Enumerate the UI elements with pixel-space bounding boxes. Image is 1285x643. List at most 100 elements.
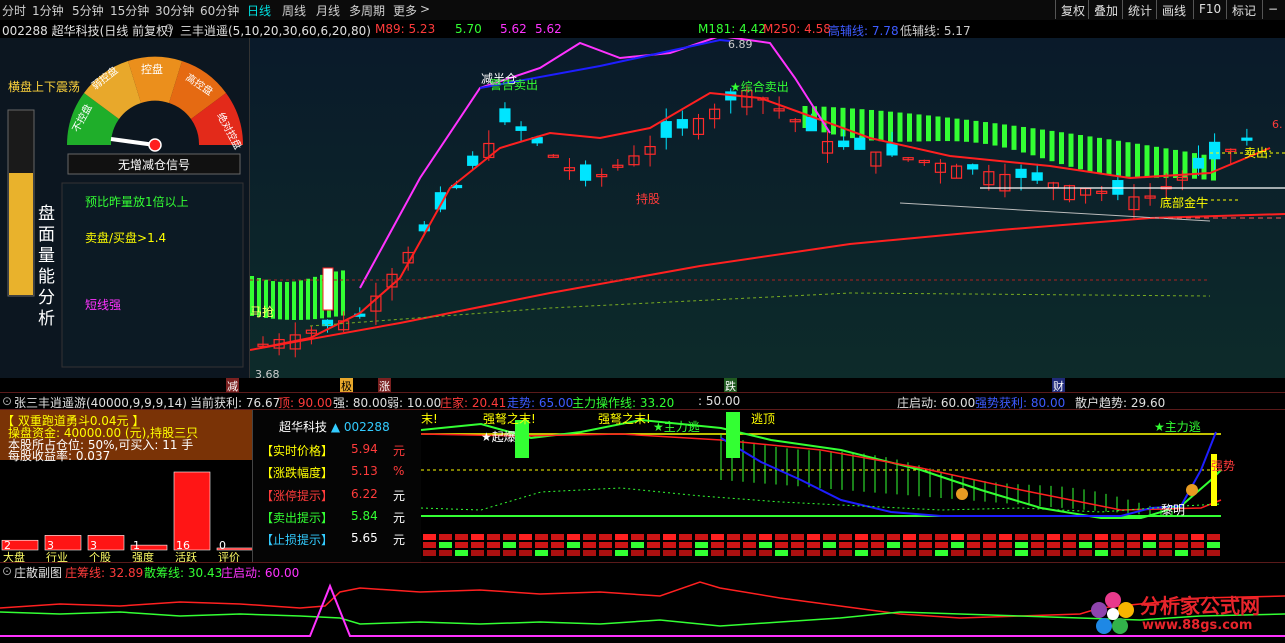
sub1-strip-b xyxy=(487,542,500,548)
sub1-strip-b xyxy=(999,542,1012,548)
sub1-strip-b xyxy=(471,542,484,548)
sub1-strip-c xyxy=(775,550,788,556)
sub1-strip-a xyxy=(631,534,644,540)
period-toolbar: 分时 1分钟 5分钟 15分钟 30分钟 60分钟 日线 周线 月线 多周期 更… xyxy=(0,0,1285,21)
quote-value-limit: 6.22 xyxy=(351,487,378,501)
sub1-strip-b xyxy=(519,542,532,548)
sub1-red-curve xyxy=(420,433,1222,511)
sub1-strip-b xyxy=(551,542,564,548)
low-aux-value: 低辅线: 5.17 xyxy=(900,24,971,38)
quote-value-sell: 5.84 xyxy=(351,509,378,523)
quote-value-stop: 5.65 xyxy=(351,531,378,545)
sub1-strip-a xyxy=(567,534,580,540)
quote-label-stop: 【止损提示】 xyxy=(261,533,334,547)
period-tab-60min[interactable]: 60分钟 xyxy=(200,2,239,19)
candle-body xyxy=(660,121,672,138)
sub1-strip-b xyxy=(1143,542,1156,548)
m89-value: M89: 5.23 xyxy=(375,22,436,36)
sub1-strip-c xyxy=(423,550,436,556)
stock-code: 002288 xyxy=(343,420,390,434)
period-tab-monthly[interactable]: 月线 xyxy=(316,2,340,19)
sub1-strip-b xyxy=(1127,542,1140,548)
sub1-weak: 弱: 10.00 xyxy=(387,396,442,410)
sub1-strip-b xyxy=(439,542,452,548)
sub1-strip-b xyxy=(1095,542,1108,548)
sub1-strip-c xyxy=(1191,550,1204,556)
period-tab-weekly[interactable]: 周线 xyxy=(282,2,306,19)
sub1-strip-a xyxy=(1111,534,1124,540)
sub1-strip-c xyxy=(679,550,692,556)
sub1-strip-a xyxy=(903,534,916,540)
sub1-strip-a xyxy=(711,534,724,540)
restore-rights-button[interactable]: 复权 xyxy=(1055,0,1090,19)
sub1-dealer: 庄家: 20.41 xyxy=(440,396,507,410)
sub1-strip-a xyxy=(823,534,836,540)
period-tab-multi[interactable]: 多周期 xyxy=(349,2,385,19)
combined-sell-label: ★综合卖出 xyxy=(730,80,789,94)
sub1-strip-a xyxy=(871,534,884,540)
indicator-toggle-icon[interactable]: ⊙ xyxy=(164,21,174,35)
period-tab-daily[interactable]: 日线 xyxy=(247,2,271,19)
highlight-candle xyxy=(322,267,334,311)
sub1-strip-b xyxy=(1047,542,1060,548)
period-tab-timeshare[interactable]: 分时 xyxy=(2,2,26,19)
sub1-label-strong-end-1: 强弩之末! xyxy=(483,412,536,426)
sub1-strip-a xyxy=(775,534,788,540)
sub-indicator-chart[interactable]: 末! 强弩之末! 强弩之末! ★主力逃 逃顶 ★主力逃 ★起爆 强势 黎明 xyxy=(420,410,1285,562)
period-tab-30min[interactable]: 30分钟 xyxy=(155,2,194,19)
minimize-icon[interactable]: − xyxy=(1262,0,1285,19)
sub1-strip-c xyxy=(743,550,756,556)
sub1-strip-b xyxy=(983,542,996,548)
sub1-strip-c xyxy=(583,550,596,556)
period-tab-more[interactable]: 更多 xyxy=(393,2,417,19)
more-arrow-icon[interactable]: > xyxy=(420,2,430,16)
stock-name: 超华科技 xyxy=(279,420,328,434)
gauge-label-3: 控盘 xyxy=(141,62,163,76)
draw-line-button[interactable]: 画线 xyxy=(1156,0,1191,19)
high-price-label: 6.89 xyxy=(728,38,753,51)
sub1-strip-b xyxy=(807,542,820,548)
sub1-strip-b xyxy=(759,542,772,548)
quote-label-limit: 【涨停提示】 xyxy=(261,489,334,503)
sub1-strip-a xyxy=(1047,534,1060,540)
sub1-strip-c xyxy=(1143,550,1156,556)
indicator-name[interactable]: 三丰逍遥(5,10,20,30,60,6,20,80) xyxy=(180,22,371,39)
sub1-strip-b xyxy=(663,542,676,548)
sub1-strip-c xyxy=(1159,550,1172,556)
sub1-strip-a xyxy=(583,534,596,540)
statistics-button[interactable]: 统计 xyxy=(1122,0,1157,19)
candle-body xyxy=(467,155,479,166)
sub1-name[interactable]: 张三丰逍遥游(40000,9,9,9,14) xyxy=(14,394,187,411)
sub1-toggle-icon[interactable]: ⊙ xyxy=(2,394,12,408)
period-tab-5min[interactable]: 5分钟 xyxy=(72,2,104,19)
sub1-strip-b xyxy=(695,542,708,548)
m250-value: M250: 4.58 xyxy=(763,22,831,36)
sub1-strip-a xyxy=(743,534,756,540)
mark-button[interactable]: 标记 xyxy=(1226,0,1261,19)
period-tab-15min[interactable]: 15分钟 xyxy=(110,2,149,19)
sub1-strip-b xyxy=(775,542,788,548)
sub1-strip-a xyxy=(423,534,436,540)
sub1-strip-a xyxy=(1079,534,1092,540)
f10-button[interactable]: F10 xyxy=(1193,0,1226,19)
sub1-strip-b xyxy=(711,542,724,548)
sub1-strip-a xyxy=(551,534,564,540)
sub1-strip-b xyxy=(503,542,516,548)
sub1-strip-b xyxy=(647,542,660,548)
sub1-strip-c xyxy=(1063,550,1076,556)
sub1-strip-b xyxy=(567,542,580,548)
candlestick-chart[interactable]: 6.89 3.68 减半仓 警告卖出 ★综合卖出 持股 马抢 卖出: 底部金牛 … xyxy=(249,34,1285,381)
sub1-strip-b xyxy=(1159,542,1172,548)
quote-label-change: 【涨跌幅度】 xyxy=(261,466,334,480)
sub1-strip-c xyxy=(631,550,644,556)
sub1-strip-b xyxy=(1111,542,1124,548)
period-tab-1min[interactable]: 1分钟 xyxy=(32,2,64,19)
sub2-toggle-icon[interactable]: ⊙ xyxy=(2,564,12,578)
score-bar-label-2: 个股 xyxy=(89,551,111,562)
sub1-strip-a xyxy=(535,534,548,540)
sub1-strip-c xyxy=(1127,550,1140,556)
sub1-strip-c xyxy=(1031,550,1044,556)
score-bar-label-0: 大盘 xyxy=(3,550,25,562)
dealer-retail-chart[interactable]: 分析家公式网 www.88gs.com xyxy=(0,578,1285,640)
overlay-button[interactable]: 叠加 xyxy=(1088,0,1123,19)
